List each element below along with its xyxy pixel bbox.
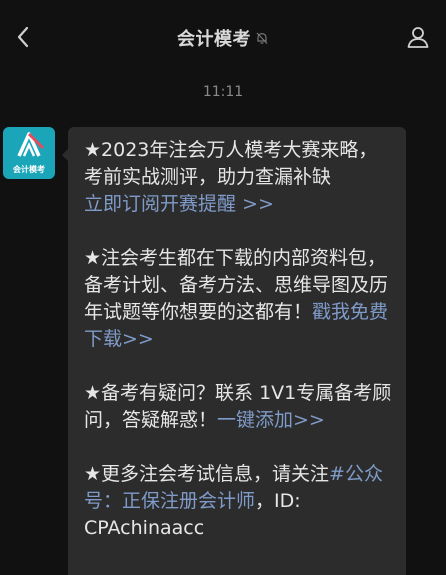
bell-slash-icon — [255, 31, 269, 45]
profile-button[interactable] — [404, 22, 432, 52]
add-contact-link[interactable]: 一键添加>> — [217, 409, 325, 431]
chat-title-area: 会计模考 — [0, 24, 446, 52]
message-paragraph-2: ★注会考生都在下载的内部资料包，备考计划、备考方法、思维导图及历年试题等你想要的… — [84, 245, 394, 353]
message-paragraph-3: ★备考有疑问？联系 1V1专属备考顾问，答疑解惑！一键添加>> — [84, 380, 394, 434]
avatar[interactable]: 会计模考 — [3, 127, 55, 179]
message-timestamp: 11:11 — [202, 84, 244, 100]
subscribe-link[interactable]: 立即订阅开赛提醒 >> — [84, 193, 274, 215]
chat-title: 会计模考 — [177, 29, 251, 50]
person-icon — [407, 27, 429, 48]
p1-text: ★2023年注会万人模考大赛来略，考前实战测评，助力查漏补缺 — [84, 139, 378, 188]
avatar-label: 会计模考 — [13, 165, 45, 174]
message-content: ★2023年注会万人模考大赛来略，考前实战测评，助力查漏补缺 立即订阅开赛提醒 … — [84, 137, 394, 569]
message-paragraph-4: ★更多注会考试信息，请关注#公众号：正保注册会计师，ID: CPAchinaac… — [84, 461, 394, 542]
p4-text: ★更多注会考试信息，请关注 — [84, 463, 330, 485]
message-paragraph-1: ★2023年注会万人模考大赛来略，考前实战测评，助力查漏补缺 立即订阅开赛提醒 … — [84, 137, 394, 218]
top-bar: 会计模考 — [0, 0, 446, 76]
logo-icon — [3, 127, 55, 163]
